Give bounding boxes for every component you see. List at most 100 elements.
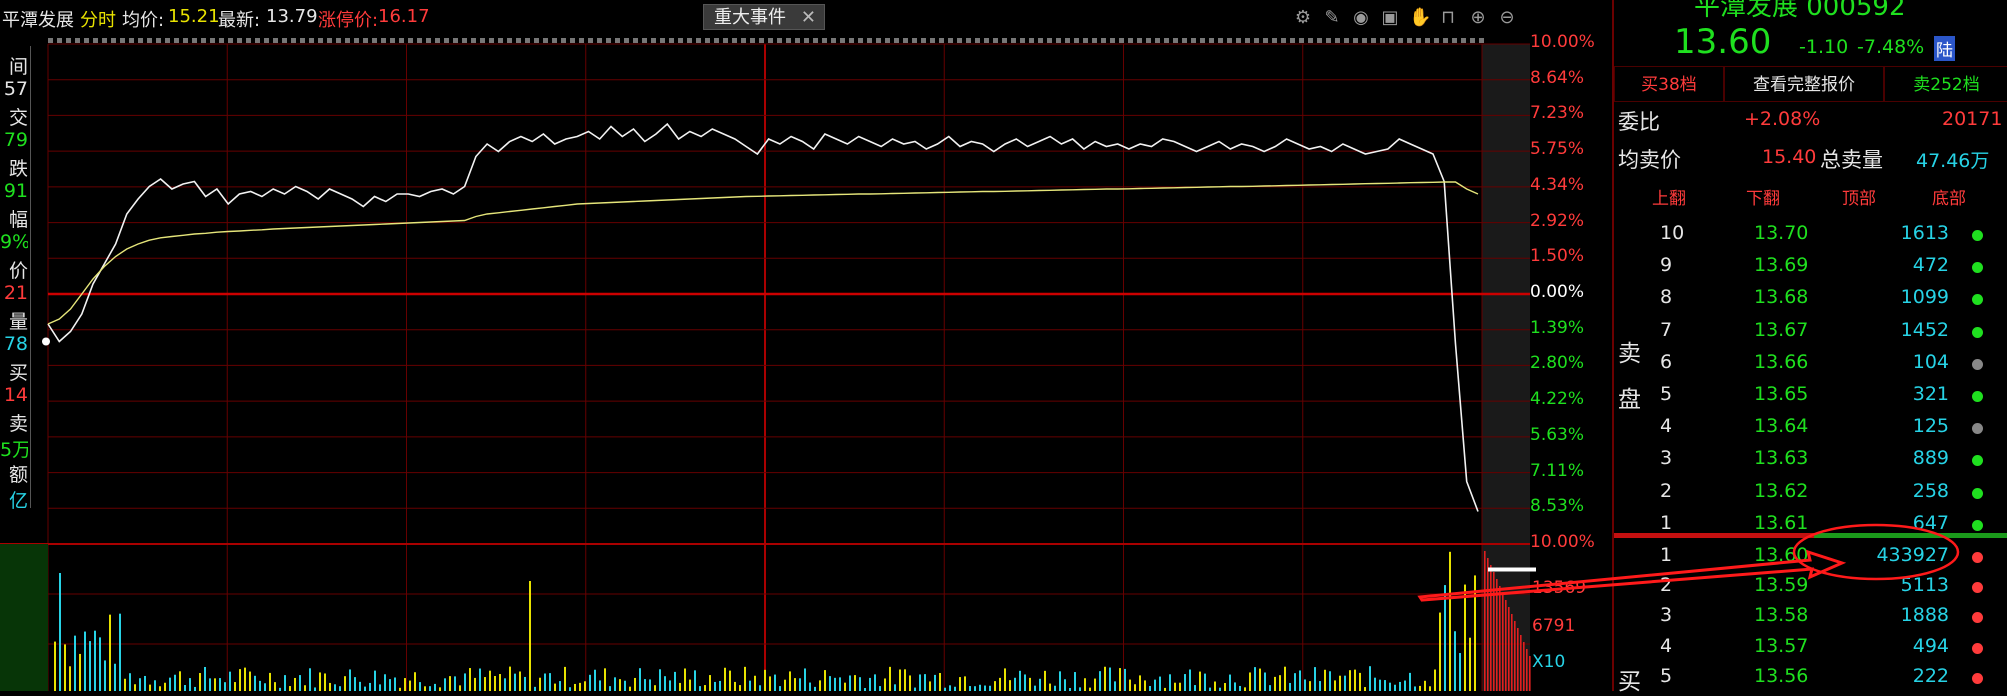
sell-pressure-bar bbox=[1496, 579, 1498, 691]
top-marker bbox=[1011, 38, 1016, 43]
order-book-row[interactable]: 5 13.56 222 bbox=[1614, 661, 2007, 693]
volume-bar bbox=[189, 678, 191, 691]
volume-bar bbox=[689, 679, 691, 691]
top-marker bbox=[192, 38, 197, 43]
volume-bar bbox=[824, 670, 826, 691]
hand-icon[interactable]: ✋ bbox=[1409, 8, 1431, 28]
order-book-row[interactable]: 4 13.57 494 bbox=[1614, 631, 2007, 663]
top-marker bbox=[327, 38, 332, 43]
stock-name: 平潭发展 bbox=[2, 10, 74, 31]
volume-bar bbox=[674, 671, 676, 691]
volume-bar bbox=[1199, 671, 1201, 691]
volume-bar bbox=[664, 676, 666, 691]
top-marker bbox=[1119, 38, 1124, 43]
order-book-row[interactable]: 2 13.62 258 bbox=[1614, 476, 2007, 508]
volume-bar bbox=[794, 678, 796, 691]
volume-bar bbox=[274, 682, 276, 691]
top-marker bbox=[165, 38, 170, 43]
volume-bar bbox=[1279, 675, 1281, 691]
top-marker bbox=[930, 38, 935, 43]
order-book-row[interactable]: 1 13.60 433927 bbox=[1614, 540, 2007, 572]
top-marker bbox=[1362, 38, 1367, 43]
volume-bar bbox=[904, 669, 906, 691]
pen-icon[interactable]: ✎ bbox=[1322, 8, 1342, 28]
volume-bar bbox=[1089, 687, 1091, 691]
volume-bar bbox=[1184, 674, 1186, 691]
page-up-button[interactable]: 上翻 bbox=[1652, 184, 1686, 209]
zoom-in-icon[interactable]: ⊕ bbox=[1468, 8, 1488, 28]
order-book-row[interactable]: 6 13.66 104 bbox=[1614, 347, 2007, 379]
volume-bar bbox=[389, 679, 391, 691]
briefcase-icon[interactable]: ▣ bbox=[1380, 8, 1400, 28]
volume-bar bbox=[1269, 685, 1271, 691]
volume-bar bbox=[634, 677, 636, 691]
volume-bar bbox=[384, 674, 386, 691]
volume-bar bbox=[1054, 685, 1056, 691]
order-price: 13.66 bbox=[1754, 350, 1809, 373]
price-change: -1.10 bbox=[1799, 36, 1849, 58]
order-price: 13.56 bbox=[1754, 664, 1809, 687]
volume-bar bbox=[259, 680, 261, 691]
order-book-row[interactable]: 3 13.58 1888 bbox=[1614, 600, 2007, 632]
volume-bar bbox=[649, 679, 651, 691]
order-volume: 125 bbox=[1912, 415, 1949, 438]
order-book-row[interactable]: 3 13.63 889 bbox=[1614, 443, 2007, 475]
order-book-row[interactable]: 9 13.69 472 bbox=[1614, 250, 2007, 282]
page-down-button[interactable]: 下翻 bbox=[1746, 184, 1780, 209]
order-book-row[interactable]: 8 13.68 1099 bbox=[1614, 282, 2007, 314]
major-event-button[interactable]: 重大事件 ✕ bbox=[703, 4, 825, 30]
top-marker bbox=[75, 38, 80, 43]
volume-bar bbox=[844, 682, 846, 691]
left-panel-item: 跌 bbox=[8, 158, 28, 180]
top-marker bbox=[417, 38, 422, 43]
bottom-button[interactable]: 底部 bbox=[1932, 184, 1966, 209]
top-marker bbox=[1002, 38, 1007, 43]
buy-levels-tab[interactable]: 买38档 bbox=[1614, 66, 1724, 102]
order-price: 13.68 bbox=[1754, 286, 1809, 309]
volume-axis-label: 13569 bbox=[1532, 578, 1587, 598]
volume-bar bbox=[1334, 680, 1336, 691]
intraday-chart[interactable] bbox=[0, 34, 1612, 691]
volume-bar bbox=[1119, 668, 1121, 691]
close-icon[interactable]: ✕ bbox=[801, 5, 816, 31]
volume-bar bbox=[439, 687, 441, 691]
volume-bar bbox=[74, 635, 76, 691]
volume-bar bbox=[1209, 687, 1211, 691]
sell-pressure-bar bbox=[1502, 593, 1504, 691]
price-lines bbox=[42, 122, 1536, 572]
top-marker bbox=[201, 38, 206, 43]
order-book-row[interactable]: 10 13.70 1613 bbox=[1614, 218, 2007, 250]
eye-icon[interactable]: ◉ bbox=[1351, 8, 1371, 28]
volume-bar bbox=[529, 581, 531, 691]
top-marker bbox=[1371, 38, 1376, 43]
order-book-row[interactable]: 4 13.64 125 bbox=[1614, 411, 2007, 443]
top-marker bbox=[120, 38, 125, 43]
order-book-row[interactable]: 7 13.67 1452 bbox=[1614, 315, 2007, 347]
full-quote-button[interactable]: 查看完整报价 bbox=[1724, 66, 1884, 102]
top-marker bbox=[822, 38, 827, 43]
volume-bar bbox=[964, 676, 966, 691]
zoom-out-icon[interactable]: ⊖ bbox=[1497, 8, 1517, 28]
gear-icon[interactable]: ⚙ bbox=[1293, 8, 1313, 28]
volume-bar bbox=[164, 682, 166, 691]
order-level: 1 bbox=[1660, 544, 1673, 566]
price-axis-label: 5.75% bbox=[1530, 139, 1585, 160]
chart-grid bbox=[0, 38, 1530, 691]
volume-bar bbox=[1449, 551, 1451, 691]
order-volume: 321 bbox=[1912, 383, 1949, 405]
top-button[interactable]: 顶部 bbox=[1842, 184, 1876, 209]
volume-bar bbox=[894, 684, 896, 691]
sell-levels-tab[interactable]: 卖252档 bbox=[1884, 66, 2007, 102]
lock-icon[interactable]: ⊓ bbox=[1438, 8, 1458, 28]
volume-bar bbox=[594, 669, 596, 691]
mode-label[interactable]: 分时 bbox=[80, 6, 116, 32]
order-book-row[interactable]: 5 13.65 321 bbox=[1614, 379, 2007, 411]
order-book-row[interactable]: 2 13.59 5113 bbox=[1614, 570, 2007, 602]
top-marker bbox=[291, 38, 296, 43]
volume-bar bbox=[264, 683, 266, 691]
current-price: 13.60 bbox=[1674, 22, 1772, 62]
volume-bar bbox=[1169, 674, 1171, 691]
major-event-label: 重大事件 bbox=[714, 7, 786, 28]
volume-bar bbox=[729, 670, 731, 691]
price-axis-label: 1.50% bbox=[1530, 246, 1585, 267]
